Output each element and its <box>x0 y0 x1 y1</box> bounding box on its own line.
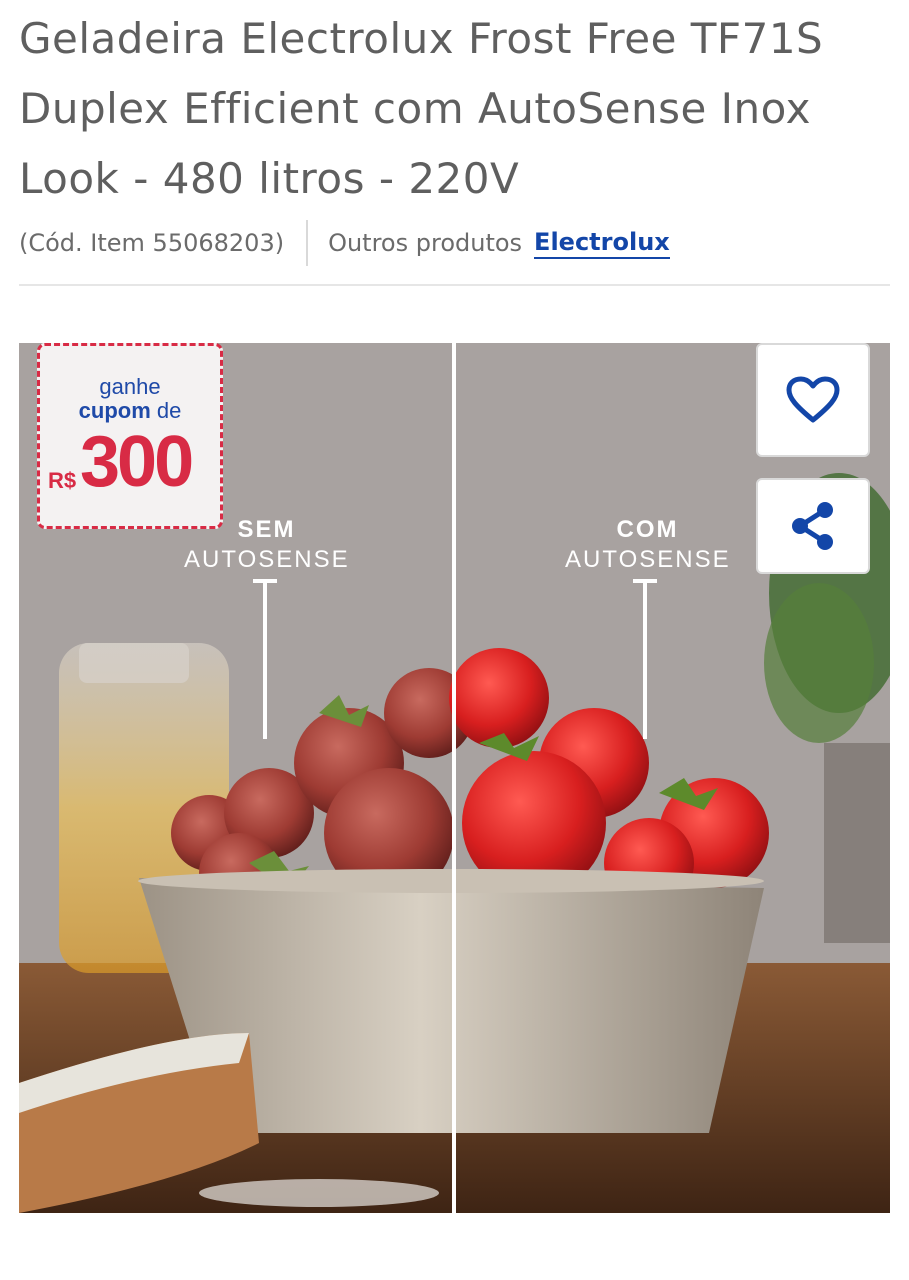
product-image-gallery[interactable]: ganhe cupom de R$ 300 SEM AUTOSENSE COM … <box>19 343 890 1213</box>
label-com-autosense: COM AUTOSENSE <box>565 516 730 574</box>
coupon-amount: 300 <box>80 422 194 502</box>
label-com-line1: COM <box>616 516 679 543</box>
header-divider <box>19 284 890 286</box>
product-meta: (Cód. Item 55068203) Outros produtos Ele… <box>19 220 670 266</box>
label-com-line2: AUTOSENSE <box>565 546 731 573</box>
meta-divider <box>306 220 309 266</box>
brand-link[interactable]: Electrolux <box>534 228 670 259</box>
label-sem-line2: AUTOSENSE <box>184 546 350 573</box>
favorite-button[interactable] <box>756 343 870 457</box>
share-icon <box>792 502 833 550</box>
label-sem-autosense: SEM AUTOSENSE <box>184 516 349 574</box>
product-page: Geladeira Electrolux Frost Free TF71S Du… <box>0 0 909 1280</box>
coupon-currency: R$ <box>48 468 77 493</box>
coupon-line2: cupom de <box>40 398 220 424</box>
product-title: Geladeira Electrolux Frost Free TF71S Du… <box>19 14 824 203</box>
other-products-label: Outros produtos <box>328 229 523 257</box>
coupon-badge[interactable]: ganhe cupom de R$ 300 <box>37 343 223 529</box>
item-code: (Cód. Item 55068203) <box>19 229 285 257</box>
share-button[interactable] <box>756 478 870 574</box>
coupon-line2-bold: cupom <box>78 398 151 423</box>
label-sem-line1: SEM <box>237 516 296 543</box>
coupon-line1: ganhe <box>99 374 161 399</box>
heart-icon <box>786 376 840 423</box>
coupon-line2-rest: de <box>150 398 182 423</box>
